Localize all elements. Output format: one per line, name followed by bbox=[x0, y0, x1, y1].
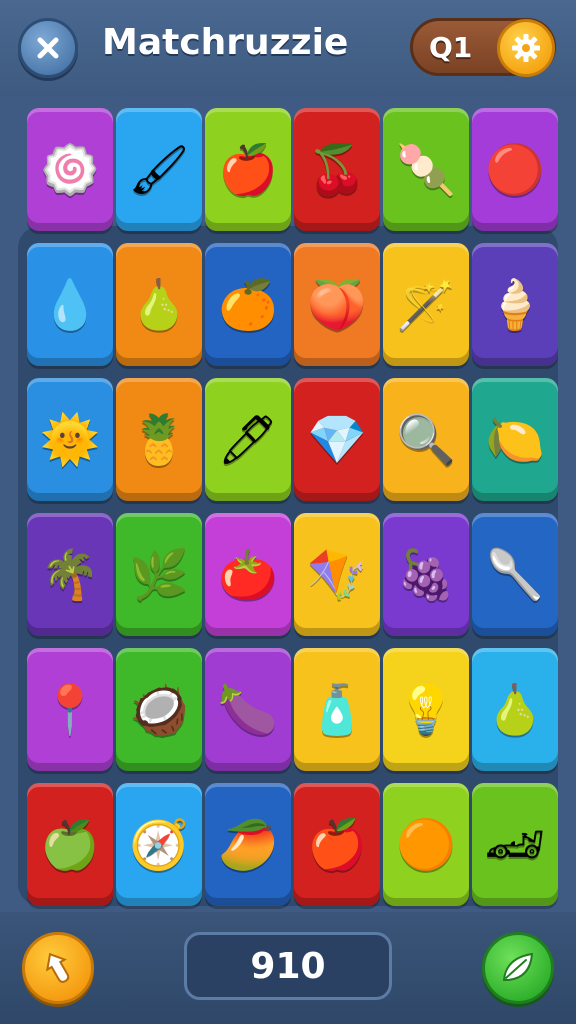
tile-magnifier[interactable]: 🔍 bbox=[383, 378, 469, 501]
settings-button[interactable] bbox=[497, 19, 555, 77]
tile-compass[interactable]: 🧭 bbox=[116, 783, 202, 906]
tile-shovel[interactable]: 🪁 bbox=[294, 513, 380, 636]
tile-grape-blob[interactable]: 🍇 bbox=[383, 513, 469, 636]
close-button[interactable] bbox=[18, 18, 78, 78]
tile-lemon[interactable]: 🍋 bbox=[472, 378, 558, 501]
gear-icon bbox=[512, 34, 540, 62]
magic-wand-icon: 🪄 bbox=[396, 276, 456, 333]
map-pin-icon: 📍 bbox=[40, 681, 100, 738]
jelly-blob-icon: 🟠 bbox=[396, 816, 456, 873]
tile-mango[interactable]: 🥭 bbox=[205, 783, 291, 906]
light-bulb-icon: 💡 bbox=[396, 681, 456, 738]
tile-crystal[interactable]: 💎 bbox=[294, 378, 380, 501]
level-label: Q1 bbox=[429, 31, 473, 64]
coconut-face-icon: 🥥 bbox=[129, 681, 189, 738]
tile-pear-face[interactable]: 🍐 bbox=[116, 243, 202, 366]
cherry-icon: 🍒 bbox=[307, 141, 367, 198]
tile-coconut-face[interactable]: 🥥 bbox=[116, 648, 202, 771]
level-indicator: Q1 bbox=[410, 18, 556, 77]
lemon-icon: 🍋 bbox=[485, 411, 545, 468]
ice-cream-icon: 🍦 bbox=[485, 276, 545, 333]
tile-apple[interactable]: 🍎 bbox=[294, 783, 380, 906]
plum-icon: 🍑 bbox=[307, 276, 367, 333]
tile-tomato[interactable]: 🍅 bbox=[205, 513, 291, 636]
lollipop-stick-icon: 🍡 bbox=[396, 141, 456, 198]
pineapple-face-icon: 🍍 bbox=[129, 411, 189, 468]
tile-light-bulb[interactable]: 💡 bbox=[383, 648, 469, 771]
tile-pineapple-face[interactable]: 🍍 bbox=[116, 378, 202, 501]
eggplant-icon: 🍆 bbox=[218, 681, 278, 738]
tile-toy-car[interactable]: 🏎 bbox=[472, 783, 558, 906]
pear-face-icon: 🍐 bbox=[129, 276, 189, 333]
close-icon bbox=[37, 37, 59, 59]
tile-magic-wand[interactable]: 🪄 bbox=[383, 243, 469, 366]
tile-palm-tree[interactable]: 🌴 bbox=[27, 513, 113, 636]
water-drop-icon: 💧 bbox=[40, 276, 100, 333]
hint-button[interactable] bbox=[22, 932, 94, 1004]
tile-ring-gem[interactable]: 🔴 bbox=[472, 108, 558, 231]
tile-lollipop-stick[interactable]: 🍡 bbox=[383, 108, 469, 231]
swirl-candy-icon: 🍥 bbox=[40, 141, 100, 198]
toy-car-icon: 🏎 bbox=[484, 816, 546, 873]
tile-apple-slice[interactable]: 🍏 bbox=[27, 783, 113, 906]
orange-icon: 🍊 bbox=[218, 276, 278, 333]
tile-grid: 🍥 🖌 🍎 🍒 🍡 🔴 💧 🍐 🍊 🍑 🪄 🍦 🌞 🍍 🖊 💎 🔍 🍋 🌴 🌿 🍅 🪁 🍇 🥄 📍 🥥 🍆 🧴 💡 🍐 🍏 🧭 🥭 🍎 🟠 🏎 bbox=[27, 108, 558, 906]
bottom-bar: 910 bbox=[0, 912, 576, 1024]
shovel-icon: 🪁 bbox=[307, 546, 367, 603]
green-leaf-icon: 🌿 bbox=[129, 546, 189, 603]
tile-sun-face[interactable]: 🌞 bbox=[27, 378, 113, 501]
tile-swirl-candy[interactable]: 🍥 bbox=[27, 108, 113, 231]
palm-tree-icon: 🌴 bbox=[40, 546, 100, 603]
tile-paint-tube[interactable]: 🧴 bbox=[294, 648, 380, 771]
leaf-icon bbox=[502, 952, 534, 981]
tile-plum[interactable]: 🍑 bbox=[294, 243, 380, 366]
tile-eggplant[interactable]: 🍆 bbox=[205, 648, 291, 771]
shuffle-button[interactable] bbox=[482, 932, 554, 1004]
tile-maraca[interactable]: 🥄 bbox=[472, 513, 558, 636]
pear-smile-icon: 🍐 bbox=[485, 681, 545, 738]
tile-orange[interactable]: 🍊 bbox=[205, 243, 291, 366]
tile-green-leaf[interactable]: 🌿 bbox=[116, 513, 202, 636]
pointer-hand-icon bbox=[45, 952, 70, 983]
ring-gem-icon: 🔴 bbox=[485, 141, 545, 198]
top-bar: Matchruzzie Q1 bbox=[0, 0, 576, 96]
paintbrush-leaf-icon: 🖌 bbox=[128, 141, 190, 198]
sun-face-icon: 🌞 bbox=[40, 411, 100, 468]
pen-icon: 🖊 bbox=[217, 411, 279, 468]
magnifier-icon: 🔍 bbox=[396, 411, 456, 468]
tomato-icon: 🍅 bbox=[218, 546, 278, 603]
mango-icon: 🥭 bbox=[218, 816, 278, 873]
tile-pear-smile[interactable]: 🍐 bbox=[472, 648, 558, 771]
apple-slice-icon: 🍏 bbox=[40, 816, 100, 873]
maraca-icon: 🥄 bbox=[485, 546, 545, 603]
tile-red-apple[interactable]: 🍎 bbox=[205, 108, 291, 231]
paint-tube-icon: 🧴 bbox=[307, 681, 367, 738]
tile-paintbrush-leaf[interactable]: 🖌 bbox=[116, 108, 202, 231]
grape-blob-icon: 🍇 bbox=[396, 546, 456, 603]
apple-icon: 🍎 bbox=[307, 816, 367, 873]
tile-cherry[interactable]: 🍒 bbox=[294, 108, 380, 231]
crystal-icon: 💎 bbox=[307, 411, 367, 468]
tile-map-pin[interactable]: 📍 bbox=[27, 648, 113, 771]
tile-water-drop[interactable]: 💧 bbox=[27, 243, 113, 366]
tile-jelly-blob[interactable]: 🟠 bbox=[383, 783, 469, 906]
tile-pen[interactable]: 🖊 bbox=[205, 378, 291, 501]
compass-icon: 🧭 bbox=[129, 816, 189, 873]
red-apple-icon: 🍎 bbox=[218, 141, 278, 198]
tile-ice-cream[interactable]: 🍦 bbox=[472, 243, 558, 366]
game-title: Matchruzzie bbox=[102, 22, 349, 63]
score-display: 910 bbox=[184, 932, 392, 1000]
